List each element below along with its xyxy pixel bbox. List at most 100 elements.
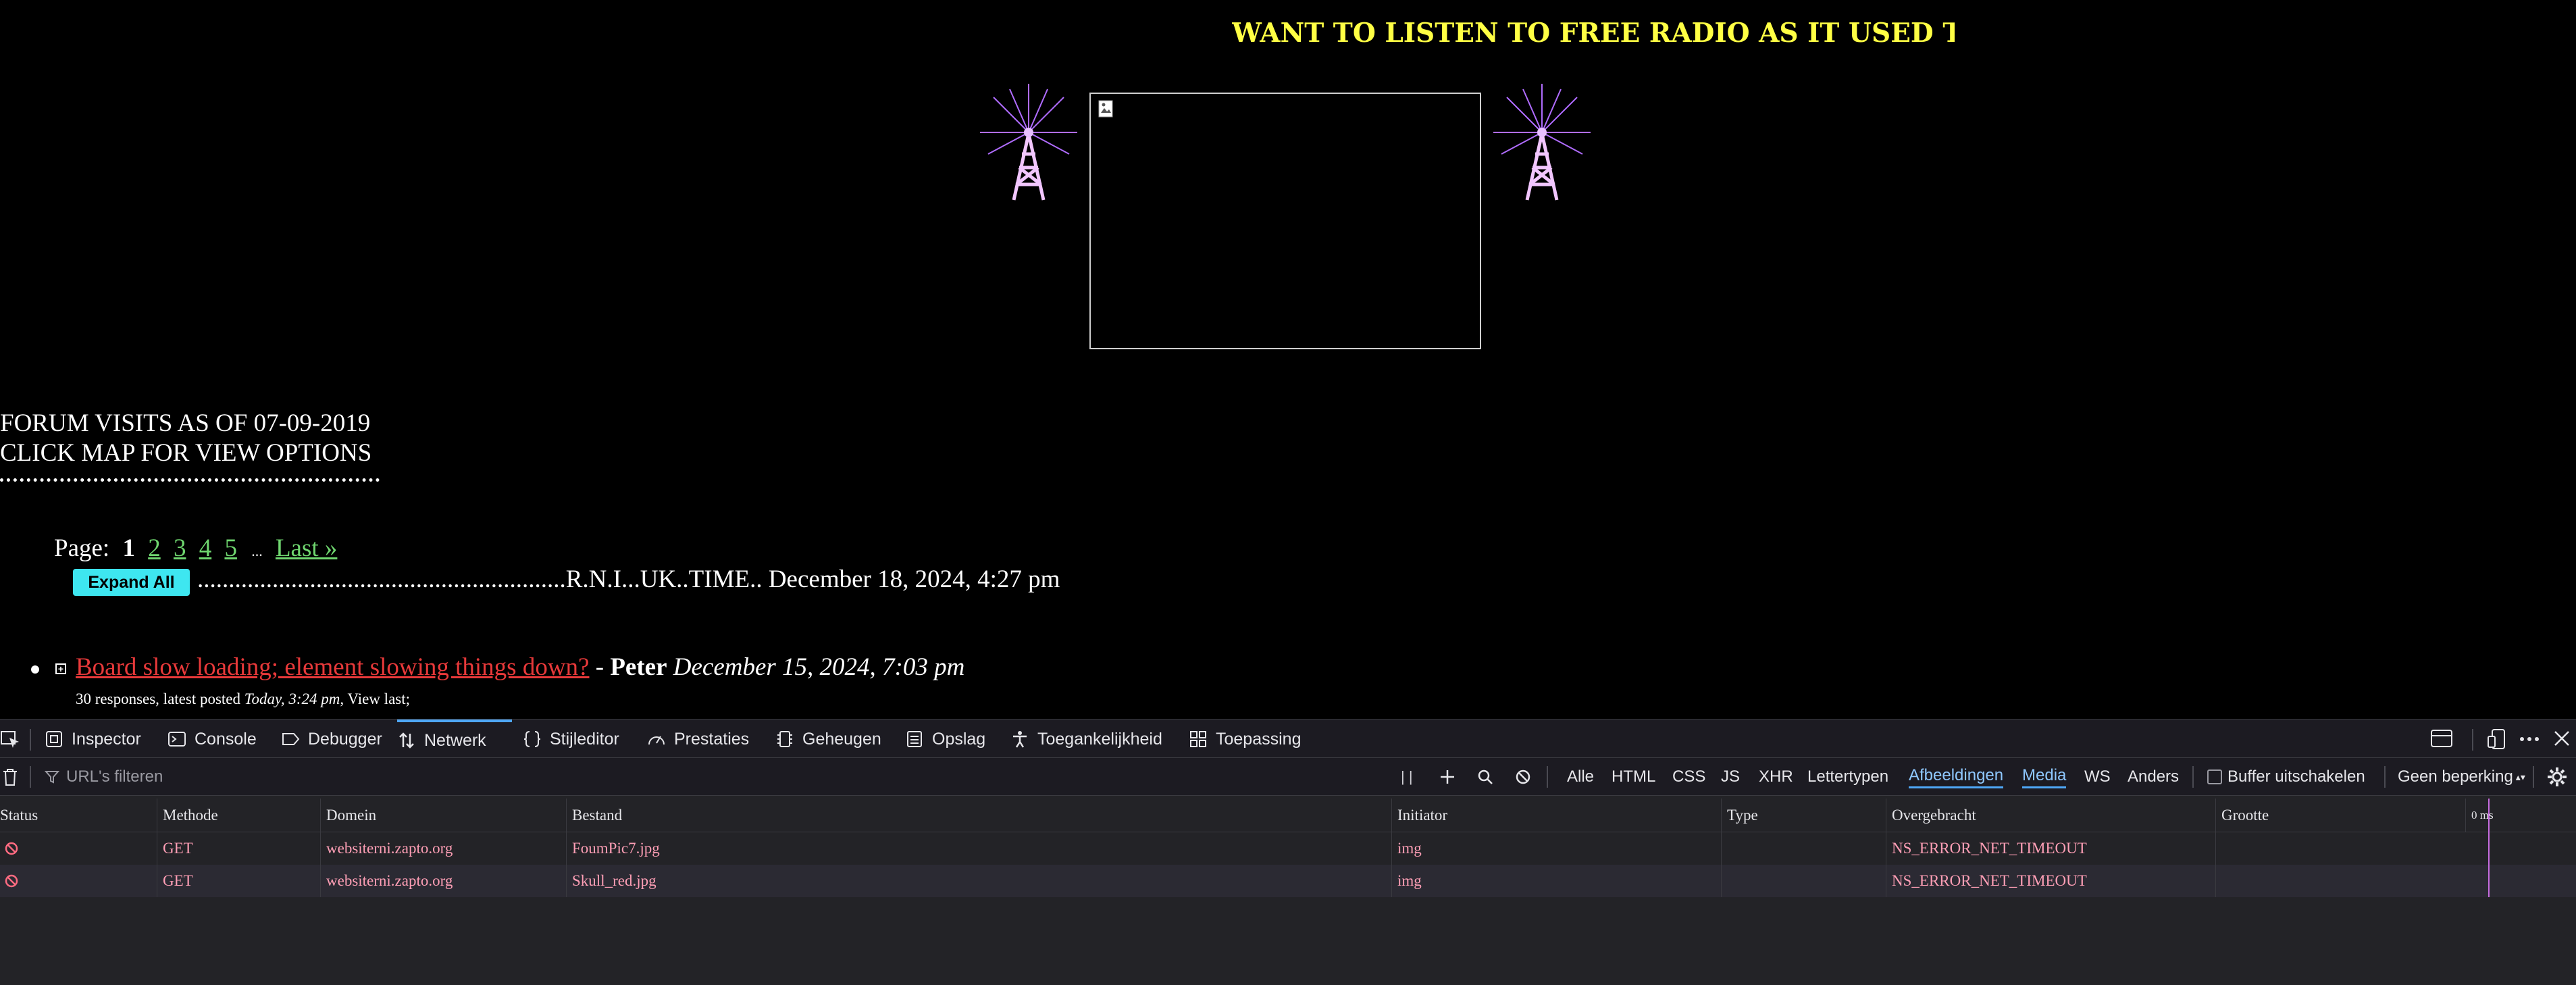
search-icon[interactable] <box>1476 758 1494 796</box>
tab-performance[interactable]: Prestaties <box>647 719 749 759</box>
list-bullet <box>31 665 39 674</box>
filter-type-label: JS <box>1721 767 1741 786</box>
checkbox-box <box>2207 769 2222 784</box>
style-editor-icon <box>523 731 541 747</box>
column-file[interactable]: Bestand <box>566 799 1391 832</box>
column-method[interactable]: Methode <box>157 799 320 832</box>
tab-label: Opslag <box>932 729 986 749</box>
pagination: Page: 1 2 3 4 5 ... Last » <box>54 534 337 563</box>
column-size[interactable]: Grootte <box>2215 799 2465 832</box>
filter-type-other[interactable]: Anders <box>2128 758 2179 796</box>
filter-type-fonts[interactable]: Lettertypen <box>1807 758 1888 796</box>
pagination-label: Page: <box>54 534 110 562</box>
transferred-cell: NS_ERROR_NET_TIMEOUT <box>1886 865 2215 897</box>
pagination-page-4[interactable]: 4 <box>199 534 212 562</box>
tab-debugger[interactable]: Debugger <box>281 719 382 759</box>
table-row[interactable]: GET websiterni.zapto.org Skull_red.jpg i… <box>0 865 2576 897</box>
element-picker-icon[interactable] <box>0 730 20 749</box>
pagination-page-3[interactable]: 3 <box>174 534 186 562</box>
filter-type-label: Media <box>2022 766 2067 788</box>
news-ticker: ........................................… <box>197 565 1060 593</box>
radio-tower-right-image <box>1493 84 1591 201</box>
pagination-current: 1 <box>122 534 135 562</box>
expand-all-button[interactable]: Expand All <box>73 569 190 596</box>
memory-icon <box>777 731 792 747</box>
filter-type-label: Alle <box>1567 767 1595 786</box>
broken-image-frame[interactable] <box>1089 93 1481 349</box>
block-requests-icon[interactable] <box>1514 758 1532 796</box>
filter-type-images[interactable]: Afbeeldingen <box>1909 758 2004 796</box>
close-icon[interactable] <box>2552 728 2572 749</box>
filter-type-label: CSS <box>1672 767 1706 786</box>
throttle-select[interactable]: Geen beperking ▴▾ <box>2398 758 2525 796</box>
size-cell <box>2215 832 2465 865</box>
url-filter-input[interactable]: URL's filteren <box>45 758 163 796</box>
dotted-divider <box>0 478 380 482</box>
tab-label: Prestaties <box>674 729 750 749</box>
type-cell <box>1721 832 1886 865</box>
request-table-header: Status Methode Domein Bestand Initiator … <box>0 799 2576 832</box>
toggle-sidebar-icon[interactable] <box>2430 728 2453 749</box>
tab-memory[interactable]: Geheugen <box>775 719 881 759</box>
tab-accessibility[interactable]: Toegankelijkheid <box>1010 719 1162 759</box>
status-cell <box>0 832 157 865</box>
filter-type-media[interactable]: Media <box>2022 758 2067 796</box>
disable-cache-checkbox[interactable]: Buffer uitschakelen <box>2207 758 2365 796</box>
filter-type-all[interactable]: Alle <box>1567 758 1594 796</box>
click-map-line: CLICK MAP FOR VIEW OPTIONS <box>0 439 372 467</box>
tab-label: Geheugen <box>802 729 881 749</box>
more-options-icon[interactable] <box>2518 728 2541 750</box>
tab-inspector[interactable]: Inspector <box>45 719 141 759</box>
filter-type-label: Lettertypen <box>1807 767 1889 786</box>
pagination-last[interactable]: Last » <box>276 534 337 562</box>
filter-type-label: HTML <box>1612 767 1656 786</box>
performance-icon <box>648 736 665 745</box>
filter-type-xhr[interactable]: XHR <box>1759 758 1793 796</box>
file-cell: FoumPic7.jpg <box>566 832 1391 865</box>
transferred-cell: NS_ERROR_NET_TIMEOUT <box>1886 832 2215 865</box>
tab-label: Stijleditor <box>550 729 619 749</box>
pagination-page-2[interactable]: 2 <box>148 534 161 562</box>
filter-type-html[interactable]: HTML <box>1612 758 1655 796</box>
filter-type-js[interactable]: JS <box>1721 758 1740 796</box>
filter-type-ws[interactable]: WS <box>2084 758 2111 796</box>
pause-icon[interactable]: | | <box>1401 758 1413 796</box>
add-request-icon[interactable] <box>1439 758 1456 796</box>
tab-network[interactable]: Netwerk <box>397 719 512 759</box>
expand-topic-icon[interactable]: + <box>55 663 66 674</box>
disable-cache-label: Buffer uitschakelen <box>2227 767 2365 786</box>
column-transferred[interactable]: Overgebracht <box>1886 799 2215 832</box>
pagination-page-5[interactable]: 5 <box>224 534 237 562</box>
chevron-updown-icon: ▴▾ <box>2515 771 2525 782</box>
topic-title-link[interactable]: Board slow loading; element slowing thin… <box>76 653 589 681</box>
throttle-value: Geen beperking <box>2398 767 2513 786</box>
network-icon <box>399 732 414 749</box>
column-status[interactable]: Status <box>0 799 157 832</box>
tab-label: Console <box>195 729 257 749</box>
accessibility-icon <box>1013 731 1027 748</box>
filter-type-label: Afbeeldingen <box>1909 766 2004 788</box>
topic-meta: 30 responses, latest posted Today, 3:24 … <box>76 690 410 708</box>
table-row[interactable]: GET websiterni.zapto.org FoumPic7.jpg im… <box>0 832 2576 865</box>
responsive-design-icon[interactable] <box>2487 728 2508 750</box>
topic-meta-view-last[interactable]: , View last; <box>340 690 410 707</box>
devtools-tabbar: Inspector Console Debugger Netwerk Stijl… <box>0 719 2576 758</box>
gear-icon[interactable] <box>2546 766 2568 788</box>
column-waterfall[interactable]: 0 ms <box>2465 799 2576 832</box>
column-domain[interactable]: Domein <box>320 799 566 832</box>
blocked-error-icon <box>5 874 18 888</box>
column-initiator[interactable]: Initiator <box>1391 799 1721 832</box>
tab-label: Toepassing <box>1216 729 1302 749</box>
inspector-icon <box>46 731 62 747</box>
tab-style-editor[interactable]: Stijleditor <box>523 719 619 759</box>
tab-storage[interactable]: Opslag <box>905 719 985 759</box>
column-type[interactable]: Type <box>1721 799 1886 832</box>
trash-icon[interactable] <box>1 767 19 786</box>
pagination-ellipsis: ... <box>251 542 263 559</box>
web-page: WANT TO LISTEN TO FREE RADIO AS IT USED … <box>0 0 2576 719</box>
console-icon <box>168 732 186 747</box>
topic-meta-latest: Today, 3:24 pm <box>244 690 340 707</box>
tab-application[interactable]: Toepassing <box>1189 719 1301 759</box>
filter-type-css[interactable]: CSS <box>1672 758 1705 796</box>
tab-console[interactable]: Console <box>168 719 257 759</box>
